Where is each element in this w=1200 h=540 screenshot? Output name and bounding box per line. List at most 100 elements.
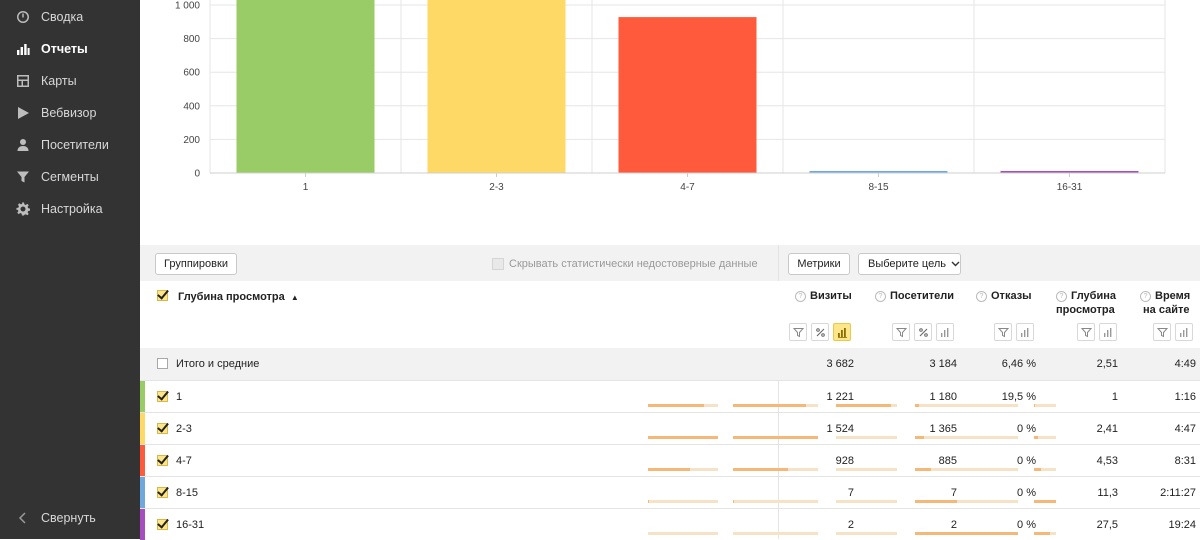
chevron-left-icon [15, 510, 31, 526]
help-icon[interactable]: ? [1056, 291, 1067, 302]
row-checkbox[interactable] [157, 519, 168, 530]
sidebar-item-maps[interactable]: Карты [0, 68, 140, 94]
cell-bar-fill [648, 468, 690, 471]
row-checkbox[interactable] [157, 358, 168, 369]
help-icon[interactable]: ? [976, 291, 987, 302]
cell-depth: 11,3 [1097, 487, 1118, 499]
cell-bar-fill [1034, 436, 1038, 439]
chevron-down-icon [951, 261, 960, 267]
sidebar-item-summary[interactable]: Сводка [0, 4, 140, 30]
bar-chart-toggle-button[interactable] [1175, 323, 1193, 341]
bar-chart-toggle-button[interactable] [1016, 323, 1034, 341]
cell-depth: 2,41 [1096, 423, 1118, 435]
visitors-column-tools [892, 323, 954, 341]
cell-time: 8:31 [1174, 455, 1196, 467]
cell-bar-fill [648, 404, 704, 407]
y-tick-label: 0 [194, 169, 200, 180]
column-header-depth[interactable]: ? Глубина просмотра [1056, 289, 1116, 317]
sidebar-item-reports[interactable]: Отчеты [0, 36, 140, 62]
cell-bar-track [915, 532, 1018, 535]
row-checkbox[interactable] [157, 455, 168, 466]
hide-unreliable-label: Скрывать статистически недостоверные дан… [509, 258, 758, 270]
help-icon[interactable]: ? [795, 291, 806, 302]
table-row[interactable]: 16-31 2 2 0 % 27,5 19:24 [140, 508, 1200, 540]
row-checkbox[interactable] [157, 423, 168, 434]
column-title: Визиты [810, 290, 852, 302]
column-header-visits[interactable]: ? Визиты [795, 289, 852, 303]
sidebar-item-settings[interactable]: Настройка [0, 196, 140, 222]
column-header-bounces[interactable]: ? Отказы [976, 289, 1032, 303]
hide-unreliable-box[interactable] [492, 258, 504, 270]
row-checkbox[interactable] [157, 391, 168, 402]
bar-chart-toggle-button[interactable] [833, 323, 851, 341]
row-color-swatch [140, 381, 145, 412]
bar-chart-toggle-button[interactable] [936, 323, 954, 341]
filter-button[interactable] [994, 323, 1012, 341]
sidebar-item-label: Сводка [41, 10, 84, 24]
sidebar-collapse-button[interactable]: Свернуть [0, 505, 140, 531]
percent-button[interactable] [811, 323, 829, 341]
filter-icon [1156, 327, 1168, 337]
cell-depth: 2,51 [1096, 358, 1118, 370]
column-header-time[interactable]: ? Время на сайте [1140, 289, 1190, 317]
cell-bar-fill [733, 436, 818, 439]
percent-icon [918, 327, 928, 337]
cell-bar-fill [915, 500, 957, 503]
groupings-button[interactable]: Группировки [155, 253, 237, 275]
filter-icon [792, 327, 804, 337]
x-tick-label: 8-15 [868, 182, 888, 193]
metrics-button[interactable]: Метрики [788, 253, 850, 275]
bar-2-3[interactable] [427, 0, 566, 173]
bar-1[interactable] [236, 0, 375, 173]
sidebar-item-webvisor[interactable]: Вебвизор [0, 100, 140, 126]
sidebar-item-visitors[interactable]: Посетители [0, 132, 140, 158]
cell-bar-track [648, 404, 718, 407]
cell-time: 2:11:27 [1160, 487, 1196, 499]
cell-bounces: 0 % [1017, 519, 1036, 531]
cell-bounces: 0 % [1017, 487, 1036, 499]
column-title-line2: просмотра [1056, 304, 1115, 316]
table-row[interactable]: 2-3 1 524 1 365 0 % 2,41 4:47 [140, 412, 1200, 444]
help-icon[interactable]: ? [1140, 291, 1151, 302]
filter-button[interactable] [789, 323, 807, 341]
bar-chart-toggle-button[interactable] [1099, 323, 1117, 341]
cell-bar-track [648, 468, 718, 471]
cell-visitors: 1 365 [929, 423, 957, 435]
column-header-visitors[interactable]: ? Посетители [875, 289, 954, 303]
cell-bar-fill [1034, 532, 1050, 535]
help-icon[interactable]: ? [875, 291, 886, 302]
cell-bar-fill [915, 404, 919, 407]
row-color-swatch [140, 477, 145, 508]
goal-select[interactable]: Выберите цель [858, 253, 961, 275]
column-title: Глубина [1071, 290, 1116, 302]
cell-depth: 4,53 [1096, 455, 1118, 467]
filter-button[interactable] [892, 323, 910, 341]
sidebar-item-segments[interactable]: Сегменты [0, 164, 140, 190]
select-all-checkbox[interactable] [157, 290, 168, 301]
dimension-header[interactable]: Глубина просмотра ▲ [178, 290, 299, 305]
table-row[interactable]: 8-15 7 7 0 % 11,3 2:11:27 [140, 476, 1200, 508]
sidebar-item-label: Карты [41, 74, 77, 88]
bar-chart-icon [1020, 327, 1028, 337]
y-tick-label: 200 [183, 135, 200, 146]
gear-icon [15, 201, 31, 217]
cell-bar-fill [733, 500, 734, 503]
row-checkbox[interactable] [157, 487, 168, 498]
cell-bar-fill [733, 404, 806, 407]
table-header: Глубина просмотра ▲ ? Визиты ? Посетители … [140, 281, 1200, 348]
bar-chart: 0 200 400 600 800 1 000 1 2-3 4-7 8-15 16-31 [140, 0, 1200, 245]
filter-button[interactable] [1077, 323, 1095, 341]
cell-visitors: 1 180 [929, 391, 957, 403]
percent-button[interactable] [914, 323, 932, 341]
table-row[interactable]: 4-7 928 885 0 % 4,53 8:31 [140, 444, 1200, 476]
table-row-total: Итого и средние 3 682 3 184 6,46 % 2,51 … [140, 348, 1200, 380]
filter-button[interactable] [1153, 323, 1171, 341]
hide-unreliable-checkbox[interactable]: Скрывать статистически недостоверные дан… [492, 258, 758, 270]
bar-4-7[interactable] [618, 17, 757, 173]
cell-visitors: 2 [950, 519, 957, 531]
cell-visits: 7 [847, 487, 854, 499]
table-row[interactable]: 1 1 221 1 180 19,5 % 1 1:16 [140, 380, 1200, 412]
cell-bar-track [648, 532, 718, 535]
cell-depth: 1 [1111, 391, 1118, 403]
cell-bar-track [836, 468, 897, 471]
